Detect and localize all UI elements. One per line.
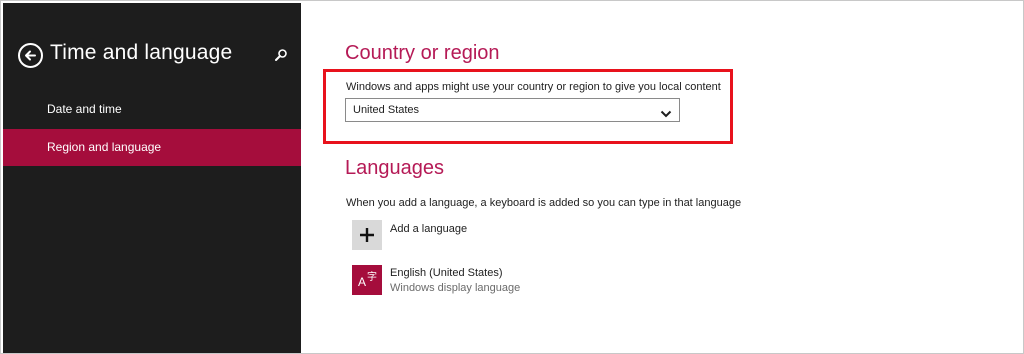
language-glyph-a: A — [358, 275, 367, 289]
country-select[interactable]: United States — [345, 98, 680, 122]
back-arrow-icon[interactable] — [18, 43, 43, 68]
sidebar: Time and language Date and time Region a… — [3, 3, 301, 354]
country-description: Windows and apps might use your country … — [346, 81, 721, 93]
add-language-label[interactable]: Add a language — [390, 223, 467, 235]
sidebar-title: Time and language — [50, 41, 233, 64]
settings-window: Time and language Date and time Region a… — [0, 0, 1024, 354]
search-icon[interactable] — [274, 48, 288, 62]
language-detail: Windows display language — [390, 282, 521, 294]
language-name[interactable]: English (United States) — [390, 267, 503, 279]
sidebar-item-region-and-language[interactable]: Region and language — [3, 129, 301, 166]
plus-icon[interactable] — [352, 220, 382, 250]
sidebar-item-date-and-time[interactable]: Date and time — [3, 91, 301, 128]
language-icon: A 字 — [352, 265, 382, 295]
languages-heading: Languages — [345, 157, 444, 179]
country-heading: Country or region — [345, 42, 500, 64]
country-select-value: United States — [353, 104, 420, 116]
language-glyph-b: 字 — [367, 272, 377, 283]
languages-description: When you add a language, a keyboard is a… — [346, 197, 742, 209]
main-content: Country or region Windows and apps might… — [301, 0, 1024, 354]
chevron-down-icon — [660, 106, 672, 118]
